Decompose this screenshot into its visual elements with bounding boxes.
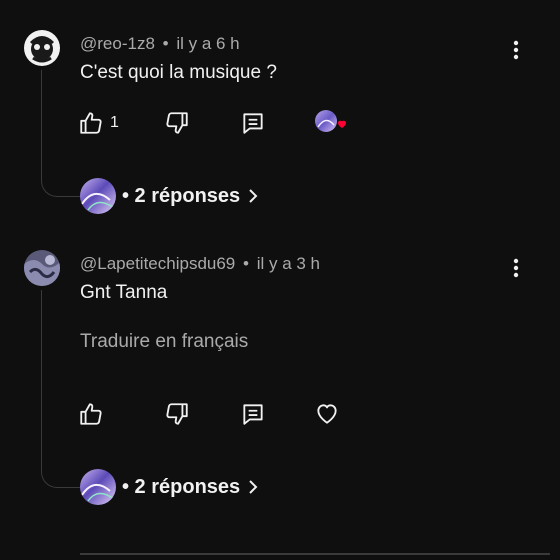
thread-connector [41,290,80,488]
creator-heart-badge[interactable] [314,109,348,137]
heart-button[interactable] [314,400,340,428]
like-button[interactable] [78,400,104,428]
reply-comment-icon [243,113,263,134]
chevron-right-icon [246,187,260,205]
more-vertical-icon [513,40,519,60]
dislike-button[interactable] [164,109,190,137]
view-replies-button[interactable]: • 2 réponses [80,177,260,215]
chevron-right-icon [246,478,260,496]
thumb-down-icon [166,112,188,134]
replies-label: • 2 réponses [122,184,241,207]
thumb-down-icon [166,403,188,425]
more-options-button[interactable] [504,38,528,62]
thread-connector [41,70,80,197]
comment-text: Gnt Tanna [80,282,168,303]
comment-meta: @reo-1z8 • il y a 6 h [80,34,240,54]
meta-separator: • [243,254,249,273]
dislike-button[interactable] [164,400,190,428]
like-count: 1 [110,114,119,131]
thumb-up-icon [80,403,102,425]
reply-avatar [80,178,116,214]
reply-comment-icon [243,404,263,425]
comment-text: C'est quoi la musique ? [80,62,277,83]
comment-actions [78,400,378,428]
more-options-button[interactable] [504,256,528,280]
input-divider [80,553,550,555]
comment-meta: @Lapetitechipsdu69 • il y a 3 h [80,254,320,274]
avatar[interactable] [24,30,60,66]
comment-time: il y a 3 h [256,254,320,273]
creator-heart-icon [315,110,346,132]
replies-label: • 2 réponses [122,475,241,498]
reply-avatar [80,469,116,505]
heart-outline-icon [317,404,337,424]
reply-button[interactable] [240,109,266,137]
comment-actions: 1 [78,109,378,137]
more-vertical-icon [513,258,519,278]
view-replies-button[interactable]: • 2 réponses [80,468,260,506]
comment-time: il y a 6 h [176,34,240,53]
comment-author[interactable]: @Lapetitechipsdu69 [80,254,235,273]
comment-author[interactable]: @reo-1z8 [80,34,155,53]
translate-link[interactable]: Traduire en français [80,331,248,353]
thumb-up-icon [80,112,102,134]
avatar[interactable] [24,250,60,286]
reply-button[interactable] [240,400,266,428]
like-button[interactable]: 1 [78,109,119,137]
meta-separator: • [162,34,169,53]
